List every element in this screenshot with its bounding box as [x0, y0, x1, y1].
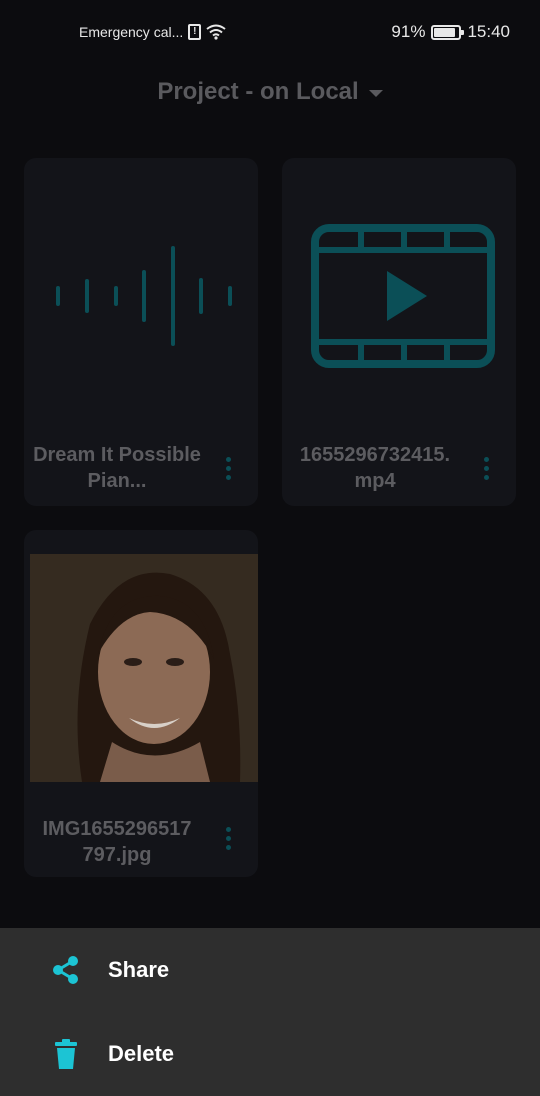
bottom-sheet-menu: Share Delete [0, 928, 540, 1096]
sim-alert-icon: ! [188, 24, 202, 40]
share-button[interactable]: Share [0, 928, 540, 1012]
status-right: 91% 15:40 [391, 20, 510, 44]
file-name: Dream It Possible Pian... [33, 444, 201, 492]
page-title: Project - on Local [157, 78, 359, 105]
more-vert-icon[interactable] [216, 453, 240, 483]
file-card-image[interactable]: IMG1655296517 797.jpg [24, 530, 258, 877]
status-left: Emergency cal... ! [79, 22, 226, 42]
more-vert-icon[interactable] [474, 453, 498, 483]
caret-down-icon [368, 89, 383, 97]
audio-thumbnail [24, 158, 258, 438]
image-thumbnail [30, 554, 258, 782]
file-name: 1655296732415. mp4 [299, 444, 451, 492]
video-film-icon [311, 224, 495, 368]
file-card-video[interactable]: 1655296732415. mp4 [282, 158, 516, 506]
project-location-dropdown[interactable]: Project - on Local [0, 70, 540, 114]
share-label: Share [108, 957, 170, 982]
portrait-photo [30, 554, 258, 782]
carrier-text: Emergency cal... [79, 24, 184, 40]
trash-icon [50, 1038, 82, 1070]
video-thumbnail [282, 158, 516, 438]
delete-button[interactable]: Delete [0, 1012, 540, 1096]
status-bar: Emergency cal... ! 91% 15:40 [0, 0, 540, 62]
file-name: IMG1655296517 797.jpg [42, 818, 192, 866]
file-card-audio[interactable]: Dream It Possible Pian... [24, 158, 258, 506]
delete-label: Delete [108, 1041, 175, 1066]
wifi-icon [206, 24, 226, 40]
clock: 15:40 [467, 22, 510, 41]
more-vert-icon[interactable] [216, 823, 240, 853]
battery-percent: 91% [391, 22, 426, 41]
battery-icon [431, 24, 465, 40]
audio-waveform-icon [56, 246, 232, 346]
share-icon [50, 954, 82, 986]
